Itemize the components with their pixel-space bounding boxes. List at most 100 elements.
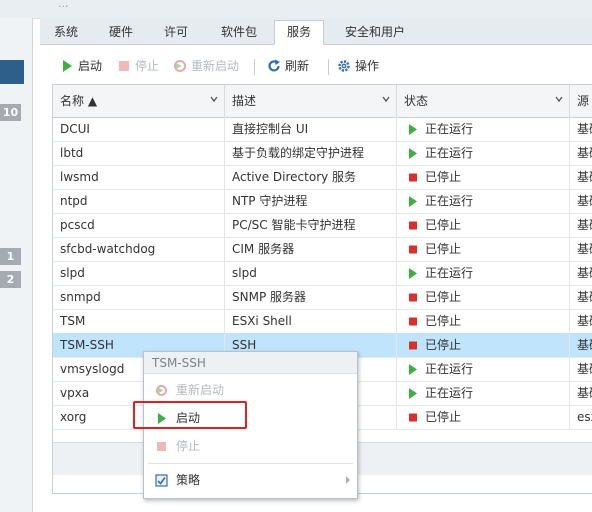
stopped-icon <box>409 221 417 230</box>
left-badge: 2 <box>0 271 21 288</box>
cell-description: 基于负载的绑定守护进程 <box>225 141 397 165</box>
play-icon <box>63 60 72 72</box>
table-row[interactable]: sfcbd-watchdogCIM 服务器 已停止 基础 <box>53 237 592 262</box>
cell-status: 正在运行 <box>397 357 570 381</box>
actions-button[interactable]: 操作 <box>337 54 379 78</box>
status-text: 正在运行 <box>425 386 474 400</box>
table-row[interactable]: TSMESXi Shell 已停止 基础 <box>53 309 592 334</box>
toolbar-separator <box>328 59 329 75</box>
cell-source: 基础 <box>577 362 592 376</box>
menu-item-restart[interactable]: 重新启动 <box>144 378 357 402</box>
cell-service-name: lbtd <box>53 141 225 165</box>
stopped-icon <box>409 341 417 350</box>
running-icon <box>409 364 417 375</box>
running-icon <box>409 148 417 159</box>
tab-bar: 系统 硬件 许可 软件包 服务 安全和用户 <box>40 18 592 45</box>
status-text: 正在运行 <box>425 194 474 208</box>
cell-status: 正在运行 <box>397 141 570 165</box>
stopped-icon <box>409 245 417 254</box>
stop-button[interactable]: 停止 <box>117 54 159 78</box>
cell-service-name: DCUI <box>53 117 225 141</box>
tab-hardware[interactable]: 硬件 <box>97 21 145 44</box>
restart-button[interactable]: 重新启动 <box>173 54 239 78</box>
table-row[interactable]: lwsmdActive Directory 服务 已停止 基础 <box>53 165 592 190</box>
chevron-down-icon[interactable] <box>382 95 390 103</box>
cell-source: 基础 <box>577 338 592 352</box>
services-toolbar: 启动 停止 重新启动 刷新 操作 <box>52 54 592 78</box>
running-icon <box>409 388 417 399</box>
cell-status: 正在运行 <box>397 381 570 405</box>
cell-source: 基础 <box>577 290 592 304</box>
status-text: 已停止 <box>425 338 462 352</box>
status-text: 已停止 <box>425 410 462 424</box>
cell-status: 正在运行 <box>397 189 570 213</box>
cell-status: 已停止 <box>397 405 570 429</box>
cell-status: 已停止 <box>397 165 570 189</box>
restart-icon <box>156 385 167 396</box>
status-text: 已停止 <box>425 218 462 232</box>
left-selected-item[interactable] <box>0 60 24 84</box>
cell-description: PC/SC 智能卡守护进程 <box>225 213 397 237</box>
cell-service-name: sfcbd-watchdog <box>53 237 225 261</box>
running-icon <box>409 124 417 135</box>
refresh-button[interactable]: 刷新 <box>267 54 309 78</box>
column-header-status[interactable]: 状态 <box>397 85 570 117</box>
chevron-down-icon[interactable] <box>210 95 218 103</box>
cell-source: 基础 <box>577 218 592 232</box>
tab-system[interactable]: 系统 <box>42 21 90 44</box>
menu-item-policy[interactable]: 策略 <box>144 468 357 492</box>
cell-source: 基础 <box>577 122 592 136</box>
table-row[interactable]: DCUI直接控制台 UI 正在运行 基础 <box>53 117 592 142</box>
stopped-icon <box>409 173 417 182</box>
table-row[interactable]: slpdslpd 正在运行 基础 <box>53 261 592 286</box>
refresh-icon <box>268 59 280 72</box>
left-badge: 1 <box>0 248 21 265</box>
tab-security-users[interactable]: 安全和用户 <box>333 21 417 44</box>
column-header-name[interactable]: 名称 ▲ <box>53 85 225 117</box>
status-text: 已停止 <box>425 290 462 304</box>
stop-icon <box>119 61 129 71</box>
status-text: 正在运行 <box>425 146 474 160</box>
table-row[interactable]: pcscdPC/SC 智能卡守护进程 已停止 基础 <box>53 213 592 238</box>
window-title-strip: ... <box>0 0 592 19</box>
status-text: 正在运行 <box>425 122 474 136</box>
table-row[interactable]: snmpdSNMP 服务器 已停止 基础 <box>53 285 592 310</box>
menu-item-start[interactable]: 启动 <box>144 406 357 430</box>
context-menu: TSM-SSH 重新启动 启动 停止 策略 <box>143 351 358 499</box>
start-button[interactable]: 启动 <box>60 54 102 78</box>
table-row[interactable]: ntpdNTP 守护进程 正在运行 基础 <box>53 189 592 214</box>
cell-description: slpd <box>225 261 397 285</box>
cell-status: 正在运行 <box>397 117 570 141</box>
tab-packages[interactable]: 软件包 <box>209 21 269 44</box>
play-icon <box>158 413 166 424</box>
stopped-icon <box>409 317 417 326</box>
table-header: 名称 ▲ 描述 状态 源 <box>53 85 592 118</box>
status-text: 已停止 <box>425 242 462 256</box>
menu-item-stop[interactable]: 停止 <box>144 434 357 458</box>
cell-description: SNMP 服务器 <box>225 285 397 309</box>
menu-divider <box>148 463 353 464</box>
cell-service-name: ntpd <box>53 189 225 213</box>
chevron-down-icon[interactable] <box>555 95 563 103</box>
tab-services[interactable]: 服务 <box>274 20 325 45</box>
column-header-source[interactable]: 源 <box>570 85 592 117</box>
table-row[interactable]: lbtd基于负载的绑定守护进程 正在运行 基础 <box>53 141 592 166</box>
running-icon <box>409 268 417 279</box>
cell-status: 已停止 <box>397 309 570 333</box>
column-header-description[interactable]: 描述 <box>225 85 397 117</box>
cell-description: 直接控制台 UI <box>225 117 397 141</box>
cell-status: 已停止 <box>397 333 570 357</box>
status-text: 正在运行 <box>425 362 474 376</box>
cell-source: 基础 <box>577 194 592 208</box>
stopped-icon <box>409 293 417 302</box>
cell-source: 基础 <box>577 170 592 184</box>
cell-source: 基础 <box>577 242 592 256</box>
tab-license[interactable]: 许可 <box>152 21 200 44</box>
status-text: 已停止 <box>425 170 462 184</box>
cell-source: 基础 <box>577 146 592 160</box>
cell-status: 正在运行 <box>397 261 570 285</box>
cell-source: esx <box>577 410 592 424</box>
cell-service-name: lwsmd <box>53 165 225 189</box>
cell-service-name: slpd <box>53 261 225 285</box>
status-text: 已停止 <box>425 314 462 328</box>
